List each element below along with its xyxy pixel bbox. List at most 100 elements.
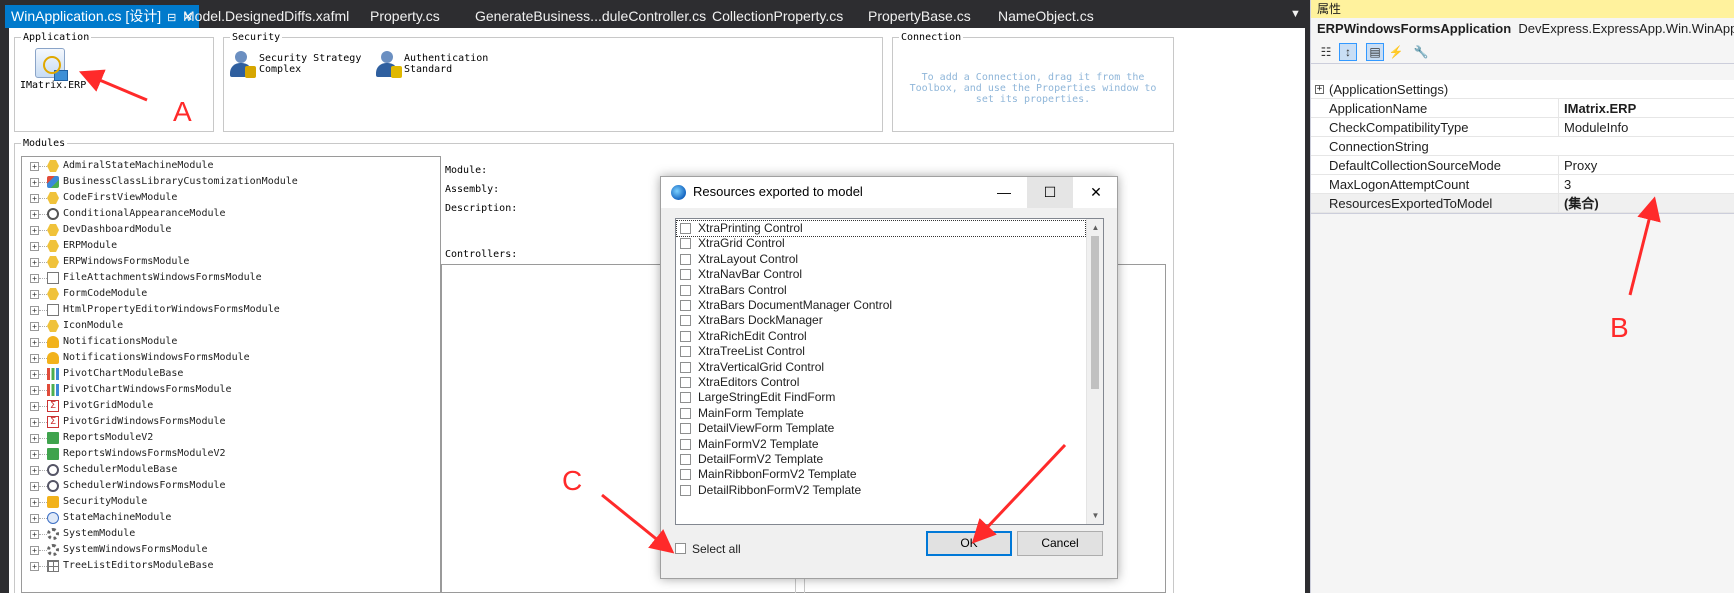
module-tree-item[interactable]: + SecurityModule [22, 495, 440, 509]
tab-winapplication-designer[interactable]: WinApplication.cs [设计] ⊟ ✕ [5, 5, 200, 28]
resource-checkbox[interactable] [680, 238, 691, 250]
resource-checkbox[interactable] [680, 438, 691, 450]
resource-checkbox[interactable] [680, 361, 691, 373]
module-tree-item[interactable]: + FormCodeModule [22, 287, 440, 301]
object-selector[interactable]: ERPWindowsFormsApplication DevExpress.Ex… [1311, 18, 1734, 40]
module-tree-item[interactable]: + IconModule [22, 319, 440, 333]
expand-icon[interactable]: + [30, 178, 39, 187]
expand-icon[interactable]: + [30, 226, 39, 235]
pin-icon[interactable]: ⊟ [167, 12, 176, 24]
scroll-down-icon[interactable]: ▼ [1087, 507, 1103, 524]
close-icon[interactable]: ✕ [1073, 177, 1119, 208]
expand-icon[interactable]: + [30, 162, 39, 171]
module-tree-item[interactable]: + ConditionalAppearanceModule [22, 207, 440, 221]
property-row[interactable]: CheckCompatibilityType ModuleInfo [1311, 118, 1734, 137]
expand-icon[interactable]: + [30, 402, 39, 411]
authentication-label[interactable]: Authentication Standard [404, 53, 488, 75]
resource-checkbox[interactable] [680, 469, 691, 481]
resource-checkbox[interactable] [680, 377, 691, 388]
security-strategy-label[interactable]: Security Strategy Complex [259, 53, 361, 75]
categorized-icon[interactable]: ☷ [1317, 43, 1335, 61]
module-tree-item[interactable]: + SchedulerWindowsFormsModule [22, 479, 440, 493]
expand-icon[interactable]: + [30, 514, 39, 523]
resource-checkbox[interactable] [680, 223, 691, 234]
module-tree-item[interactable]: + BusinessClassLibraryCustomizationModule [22, 175, 440, 189]
module-tree-item[interactable]: + StateMachineModule [22, 511, 440, 525]
property-value[interactable]: Proxy [1558, 156, 1733, 175]
tab-propertybase[interactable]: PropertyBase.cs [868, 5, 971, 28]
property-value[interactable]: 3 [1558, 175, 1733, 194]
expand-icon[interactable]: + [30, 242, 39, 251]
module-tree-item[interactable]: + AdmiralStateMachineModule [22, 159, 440, 173]
tab-generatebusiness-controller[interactable]: GenerateBusiness...duleController.cs [475, 5, 706, 28]
property-pages-icon[interactable]: 🔧 [1412, 43, 1430, 61]
expand-icon[interactable]: + [1315, 85, 1324, 94]
module-tree-item[interactable]: + SystemModule [22, 527, 440, 541]
application-icon[interactable] [35, 48, 68, 81]
property-value[interactable]: IMatrix.ERP [1558, 99, 1733, 118]
module-tree-item[interactable]: + TreeListEditorsModuleBase [22, 559, 440, 573]
resource-item[interactable]: DetailRibbonFormV2 Template [676, 482, 1086, 499]
property-row[interactable]: MaxLogonAttemptCount 3 [1311, 175, 1734, 194]
resource-checkbox[interactable] [680, 315, 691, 327]
module-tree-item[interactable]: + Σ PivotGridModule [22, 399, 440, 413]
expand-icon[interactable]: + [30, 450, 39, 459]
expand-icon[interactable]: + [30, 306, 39, 315]
expand-icon[interactable]: + [30, 322, 39, 331]
scroll-thumb[interactable] [1091, 236, 1099, 389]
tab-model-designeddiffs[interactable]: Model.DesignedDiffs.xafml [183, 5, 349, 28]
ok-button[interactable]: OK [926, 531, 1012, 556]
events-icon[interactable]: ⚡ [1387, 43, 1405, 61]
authentication-icon[interactable] [374, 50, 402, 78]
expand-icon[interactable]: + [30, 546, 39, 555]
expand-icon[interactable]: + [30, 562, 39, 571]
resource-checkbox[interactable] [680, 346, 691, 358]
expand-icon[interactable]: + [30, 354, 39, 363]
property-row[interactable]: DefaultCollectionSourceMode Proxy [1311, 156, 1734, 175]
expand-icon[interactable]: + [30, 210, 39, 219]
maximize-icon[interactable]: ☐ [1027, 177, 1073, 208]
minimize-icon[interactable]: — [981, 177, 1027, 208]
security-strategy-icon[interactable] [228, 50, 256, 78]
expand-icon[interactable]: + [30, 482, 39, 491]
expand-icon[interactable]: + [30, 290, 39, 299]
resource-checkbox[interactable] [680, 253, 691, 265]
properties-icon[interactable]: ▤ [1366, 43, 1384, 61]
property-value[interactable]: ModuleInfo [1558, 118, 1733, 137]
module-tree-item[interactable]: + ReportsWindowsFormsModuleV2 [22, 447, 440, 461]
tab-property[interactable]: Property.cs [370, 5, 440, 28]
expand-icon[interactable]: + [30, 338, 39, 347]
tab-collectionproperty[interactable]: CollectionProperty.cs [712, 5, 843, 28]
module-tree-item[interactable]: + SchedulerModuleBase [22, 463, 440, 477]
property-row[interactable]: ApplicationName IMatrix.ERP [1311, 99, 1734, 118]
resources-checklist[interactable]: XtraPrinting Control XtraGrid Control Xtra… [675, 218, 1104, 525]
expand-icon[interactable]: + [30, 258, 39, 267]
module-tree-item[interactable]: + HtmlPropertyEditorWindowsFormsModule [22, 303, 440, 317]
expand-icon[interactable]: + [30, 274, 39, 283]
checklist-scrollbar[interactable]: ▲ ▼ [1086, 219, 1103, 524]
select-all-box[interactable] [675, 543, 686, 554]
module-tree-item[interactable]: + PivotChartWindowsFormsModule [22, 383, 440, 397]
property-value[interactable]: (集合) [1558, 194, 1733, 213]
expand-icon[interactable]: + [30, 466, 39, 475]
resource-checkbox[interactable] [680, 392, 691, 404]
expand-icon[interactable]: + [30, 434, 39, 443]
modules-tree[interactable]: + AdmiralStateMachineModule + BusinessClass… [21, 156, 441, 593]
resource-checkbox[interactable] [680, 484, 691, 496]
tab-overflow-icon[interactable]: ▼ [1290, 8, 1301, 20]
expand-icon[interactable]: + [30, 194, 39, 203]
resource-checkbox[interactable] [680, 454, 691, 465]
property-row[interactable]: + (ApplicationSettings) [1311, 80, 1734, 99]
module-tree-item[interactable]: + ERPModule [22, 239, 440, 253]
expand-icon[interactable]: + [30, 370, 39, 379]
scroll-up-icon[interactable]: ▲ [1087, 219, 1103, 236]
resource-checkbox[interactable] [680, 407, 691, 419]
property-row[interactable]: ResourcesExportedToModel (集合) [1311, 194, 1734, 213]
expand-icon[interactable]: + [30, 418, 39, 427]
resource-checkbox[interactable] [680, 423, 691, 435]
expand-icon[interactable]: + [30, 498, 39, 507]
module-tree-item[interactable]: + NotificationsWindowsFormsModule [22, 351, 440, 365]
module-tree-item[interactable]: + ERPWindowsFormsModule [22, 255, 440, 269]
module-tree-item[interactable]: + SystemWindowsFormsModule [22, 543, 440, 557]
module-tree-item[interactable]: + PivotChartModuleBase [22, 367, 440, 381]
